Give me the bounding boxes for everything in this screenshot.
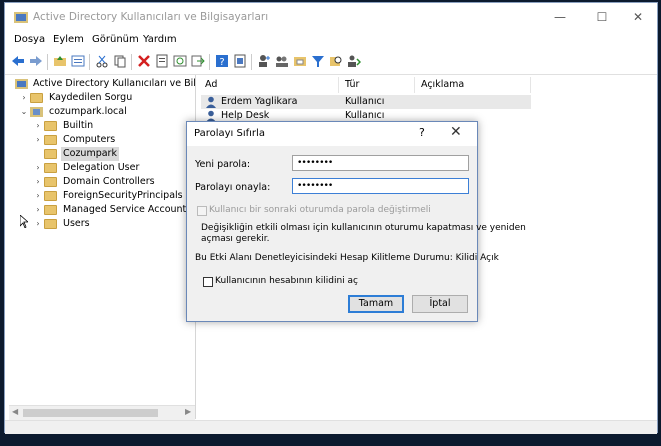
folder-icon bbox=[44, 135, 57, 145]
expand-chevron-icon[interactable]: › bbox=[33, 161, 43, 175]
scroll-left-icon[interactable]: ◀ bbox=[12, 407, 18, 416]
cancel-button[interactable]: İptal bbox=[412, 295, 468, 313]
confirm-password-input[interactable]: •••••••• bbox=[292, 178, 469, 194]
toolbar-separator bbox=[131, 54, 132, 70]
must-change-password-label: Kullanıcı bir sonraki oturumda parola de… bbox=[209, 205, 431, 215]
scroll-right-icon[interactable]: ▶ bbox=[185, 407, 191, 416]
folder-up-icon[interactable] bbox=[53, 54, 67, 68]
add-ou-icon[interactable] bbox=[293, 54, 307, 68]
dialog-title: Parolayı Sıfırla bbox=[194, 128, 265, 139]
unlock-account-checkbox[interactable] bbox=[203, 277, 213, 287]
ou-folder-icon bbox=[44, 177, 57, 187]
expand-chevron-icon[interactable]: › bbox=[33, 119, 43, 133]
export-icon[interactable] bbox=[191, 54, 205, 68]
column-header-name[interactable]: Ad bbox=[199, 77, 339, 93]
expand-chevron-icon[interactable]: › bbox=[33, 203, 43, 217]
menu-gorunum[interactable]: Görünüm bbox=[92, 34, 139, 45]
new-password-label: Yeni parola: bbox=[195, 159, 251, 170]
back-icon[interactable] bbox=[11, 54, 25, 68]
info-text-line2: açması gerekir. bbox=[201, 234, 270, 244]
help-icon[interactable]: ? bbox=[215, 54, 229, 68]
copy-icon[interactable] bbox=[113, 54, 127, 68]
expand-chevron-icon[interactable]: › bbox=[33, 189, 43, 203]
ou-folder-icon bbox=[44, 163, 57, 173]
folder-icon bbox=[44, 191, 57, 201]
delete-icon[interactable] bbox=[137, 54, 151, 68]
maximize-button[interactable]: ☐ bbox=[587, 7, 617, 27]
add-to-group-icon[interactable] bbox=[347, 54, 361, 68]
add-group-icon[interactable] bbox=[275, 54, 289, 68]
reset-password-dialog: Parolayı Sıfırla ? ✕ Yeni parola: ••••••… bbox=[186, 121, 526, 322]
expand-chevron-icon[interactable]: › bbox=[33, 175, 43, 189]
details-view-icon[interactable] bbox=[71, 54, 85, 68]
status-bar bbox=[5, 420, 657, 434]
menu-bar: Dosya Eylem Görünüm Yardım bbox=[5, 31, 657, 49]
expand-chevron-icon[interactable]: › bbox=[33, 217, 43, 231]
user-icon bbox=[206, 96, 216, 108]
folder-icon bbox=[30, 93, 43, 103]
info-text-line1: Değişikliğin etkili olması için kullanıc… bbox=[201, 223, 526, 233]
dialog-close-button[interactable]: ✕ bbox=[450, 124, 462, 140]
svg-text:?: ? bbox=[219, 57, 224, 68]
ad-root-icon bbox=[15, 79, 28, 89]
expand-chevron-icon[interactable]: › bbox=[19, 91, 29, 105]
toolbar-separator bbox=[251, 54, 252, 70]
expand-chevron-icon[interactable]: › bbox=[33, 133, 43, 147]
unlock-account-label: Kullanıcının hesabının kilidini aç bbox=[215, 276, 358, 286]
folder-icon bbox=[44, 205, 57, 215]
ad-app-icon bbox=[14, 12, 28, 23]
toolbar-separator bbox=[209, 54, 210, 70]
domain-icon bbox=[30, 107, 43, 117]
menu-yardim[interactable]: Yardım bbox=[143, 34, 177, 45]
ok-button[interactable]: Tamam bbox=[348, 295, 404, 313]
row-type: Kullanıcı bbox=[345, 96, 385, 107]
minimize-button[interactable]: — bbox=[545, 7, 575, 27]
folder-icon bbox=[44, 219, 57, 229]
new-password-input[interactable]: •••••••• bbox=[292, 155, 469, 171]
refresh-icon[interactable] bbox=[173, 54, 187, 68]
add-user-icon[interactable] bbox=[257, 54, 271, 68]
dialog-help-button[interactable]: ? bbox=[419, 126, 425, 139]
must-change-password-checkbox[interactable] bbox=[197, 206, 207, 216]
forward-icon[interactable] bbox=[29, 54, 43, 68]
find-icon[interactable] bbox=[329, 54, 343, 68]
toolbar: ? bbox=[5, 50, 657, 75]
close-button[interactable]: ✕ bbox=[623, 7, 653, 27]
folder-icon bbox=[44, 121, 57, 131]
ou-folder-icon bbox=[44, 149, 57, 159]
column-header-description[interactable]: Açıklama bbox=[415, 77, 531, 93]
tree-horizontal-scrollbar[interactable]: ◀ ▶ bbox=[9, 405, 195, 420]
list-row[interactable]: Erdem Yaglikara Kullanıcı bbox=[201, 95, 531, 109]
mouse-cursor-icon bbox=[20, 215, 28, 228]
lockout-status-text: Bu Etki Alanı Denetleyicisindeki Hesap K… bbox=[195, 253, 499, 263]
toolbar-separator bbox=[47, 54, 48, 70]
properties-icon[interactable] bbox=[155, 54, 169, 68]
title-bar: Active Directory Kullanıcıları ve Bilgis… bbox=[5, 3, 657, 31]
toolbar-separator bbox=[89, 54, 90, 70]
dialog-title-bar: Parolayı Sıfırla ? ✕ bbox=[187, 122, 477, 146]
tree-pane: Active Directory Kullanıcıları ve Bilgis… bbox=[9, 75, 196, 419]
filter-icon[interactable] bbox=[311, 54, 325, 68]
window-title: Active Directory Kullanıcıları ve Bilgis… bbox=[33, 11, 269, 23]
menu-dosya[interactable]: Dosya bbox=[14, 34, 45, 45]
column-header-type[interactable]: Tür bbox=[339, 77, 415, 93]
cut-icon[interactable] bbox=[95, 54, 109, 68]
confirm-password-label: Parolayı onayla: bbox=[195, 182, 271, 193]
scrollbar-thumb[interactable] bbox=[23, 409, 158, 417]
collapse-chevron-icon[interactable]: ⌄ bbox=[19, 105, 29, 119]
help-doc-icon[interactable] bbox=[233, 54, 247, 68]
menu-eylem[interactable]: Eylem bbox=[53, 34, 84, 45]
row-name: Erdem Yaglikara bbox=[221, 96, 298, 107]
